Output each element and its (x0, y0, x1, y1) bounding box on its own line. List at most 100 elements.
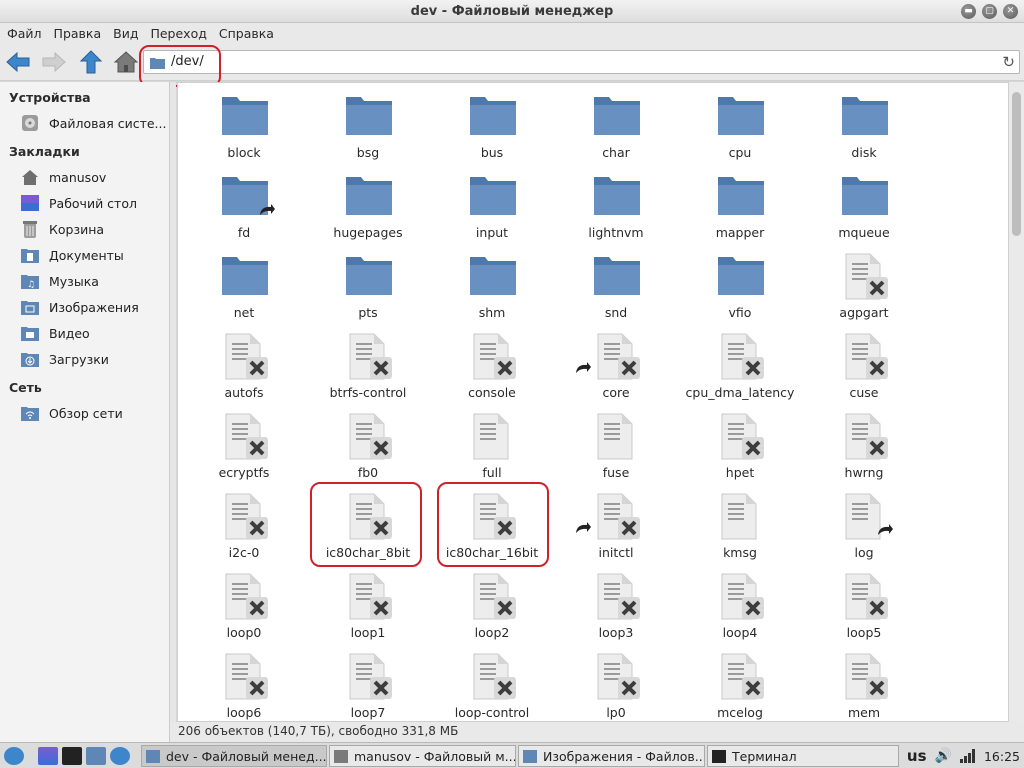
title-bar: dev - Файловый менеджер ▬ ▢ ✕ (0, 0, 1024, 23)
scrollbar-thumb[interactable] (1012, 92, 1021, 236)
menu-edit[interactable]: Правка (48, 26, 108, 41)
file-item-block[interactable]: block (180, 85, 304, 165)
file-item-lightnvm[interactable]: lightnvm (552, 165, 676, 245)
reload-icon[interactable]: ↻ (1002, 53, 1015, 71)
file-item-agpgart[interactable]: agpgart (800, 245, 924, 325)
app-menu-icon[interactable] (4, 747, 24, 765)
locked-file-icon (346, 413, 392, 461)
file-item-cpu-dma-latency[interactable]: cpu_dma_latency (676, 325, 800, 405)
locked-file-icon (842, 573, 888, 621)
file-name: btrfs-control (329, 385, 407, 400)
file-item-cpu[interactable]: cpu (676, 85, 800, 165)
address-bar[interactable]: /dev/ ↻ (143, 50, 1020, 74)
drive-icon (20, 113, 40, 133)
file-item-disk[interactable]: disk (800, 85, 924, 165)
keyboard-layout[interactable]: us (907, 747, 927, 765)
file-item-hugepages[interactable]: hugepages (304, 165, 428, 245)
file-item-log[interactable]: log (800, 485, 924, 565)
file-item-loop2[interactable]: loop2 (428, 565, 552, 645)
file-item-full[interactable]: full (428, 405, 552, 485)
file-item-snd[interactable]: snd (552, 245, 676, 325)
folder-icon (222, 253, 268, 301)
sidebar-item-video[interactable]: Видео (20, 322, 168, 344)
show-desktop-icon[interactable] (38, 747, 58, 765)
signal-icon[interactable] (959, 749, 976, 763)
sidebar-item-desktop[interactable]: Рабочий стол (20, 192, 168, 214)
locked-file-icon (222, 413, 268, 461)
file-item-net[interactable]: net (180, 245, 304, 325)
locked-file-icon (718, 573, 764, 621)
sidebar-item-filesystem[interactable]: Файловая систе... (20, 112, 168, 134)
task-dev-file-manager[interactable]: dev - Файловый менед... (141, 745, 327, 767)
file-item-loop3[interactable]: loop3 (552, 565, 676, 645)
file-item-fb0[interactable]: fb0 (304, 405, 428, 485)
file-item-i2c-0[interactable]: i2c-0 (180, 485, 304, 565)
file-item-autofs[interactable]: autofs (180, 325, 304, 405)
pictures-icon (20, 297, 40, 317)
file-item-loop7[interactable]: loop7 (304, 645, 428, 721)
sidebar-item-pictures[interactable]: Изображения (20, 296, 168, 318)
file-item-vfio[interactable]: vfio (676, 245, 800, 325)
sidebar-item-network[interactable]: Обзор сети (20, 402, 168, 424)
file-item-kmsg[interactable]: kmsg (676, 485, 800, 565)
maximize-button[interactable]: ▢ (982, 4, 997, 19)
file-item-console[interactable]: console (428, 325, 552, 405)
file-item-hwrng[interactable]: hwrng (800, 405, 924, 485)
file-item-loop1[interactable]: loop1 (304, 565, 428, 645)
file-item-loop-control[interactable]: loop-control (428, 645, 552, 721)
forward-button[interactable] (41, 49, 67, 75)
sidebar-item-downloads[interactable]: Загрузки (20, 348, 168, 370)
file-item-bus[interactable]: bus (428, 85, 552, 165)
sidebar-item-trash[interactable]: Корзина (20, 218, 168, 240)
terminal-launcher-icon[interactable] (62, 747, 82, 765)
file-item-loop0[interactable]: loop0 (180, 565, 304, 645)
file-item-mqueue[interactable]: mqueue (800, 165, 924, 245)
file-manager-launcher-icon[interactable] (86, 747, 106, 765)
close-button[interactable]: ✕ (1003, 4, 1018, 19)
file-item-fd[interactable]: fd (180, 165, 304, 245)
menu-view[interactable]: Вид (107, 26, 144, 41)
sidebar-item-home[interactable]: manusov (20, 166, 168, 188)
up-button[interactable] (78, 49, 104, 75)
minimize-button[interactable]: ▬ (961, 4, 976, 19)
file-icon-view[interactable]: block bsg bus char cpu disk fd hugepages input li… (177, 82, 1009, 722)
file-item-initctl[interactable]: initctl (552, 485, 676, 565)
sidebar-splitter[interactable] (170, 82, 176, 742)
file-item-hpet[interactable]: hpet (676, 405, 800, 485)
file-name: net (233, 305, 255, 320)
task-manusov-file-manager[interactable]: manusov - Файловый м... (329, 745, 516, 767)
menu-help[interactable]: Справка (213, 26, 280, 41)
back-button[interactable] (5, 49, 31, 75)
sidebar-item-documents[interactable]: Документы (20, 244, 168, 266)
file-item-loop6[interactable]: loop6 (180, 645, 304, 721)
vertical-scrollbar[interactable] (1009, 82, 1024, 722)
file-item-char[interactable]: char (552, 85, 676, 165)
file-item-lp0[interactable]: lp0 (552, 645, 676, 721)
file-item-cuse[interactable]: cuse (800, 325, 924, 405)
folder-icon (146, 749, 160, 763)
volume-icon[interactable]: 🔊 (935, 748, 952, 764)
file-item-core[interactable]: core (552, 325, 676, 405)
file-item-shm[interactable]: shm (428, 245, 552, 325)
home-button[interactable] (113, 49, 139, 75)
file-item-mcelog[interactable]: mcelog (676, 645, 800, 721)
file-item-bsg[interactable]: bsg (304, 85, 428, 165)
file-item-mem[interactable]: mem (800, 645, 924, 721)
locked-file-icon (842, 253, 888, 301)
menu-file[interactable]: Файл (1, 26, 48, 41)
file-item-mapper[interactable]: mapper (676, 165, 800, 245)
file-item-ecryptfs[interactable]: ecryptfs (180, 405, 304, 485)
browser-launcher-icon[interactable] (110, 747, 130, 765)
file-name: full (482, 465, 502, 480)
file-item-fuse[interactable]: fuse (552, 405, 676, 485)
file-item-pts[interactable]: pts (304, 245, 428, 325)
sidebar-item-music[interactable]: ♫ Музыка (20, 270, 168, 292)
locked-file-icon (222, 573, 268, 621)
file-item-input[interactable]: input (428, 165, 552, 245)
file-item-loop4[interactable]: loop4 (676, 565, 800, 645)
task-terminal[interactable]: Терминал (707, 745, 899, 767)
file-item-btrfs-control[interactable]: btrfs-control (304, 325, 428, 405)
task-pictures-file-manager[interactable]: Изображения - Файлов... (518, 745, 705, 767)
menu-go[interactable]: Переход (144, 26, 212, 41)
file-item-loop5[interactable]: loop5 (800, 565, 924, 645)
